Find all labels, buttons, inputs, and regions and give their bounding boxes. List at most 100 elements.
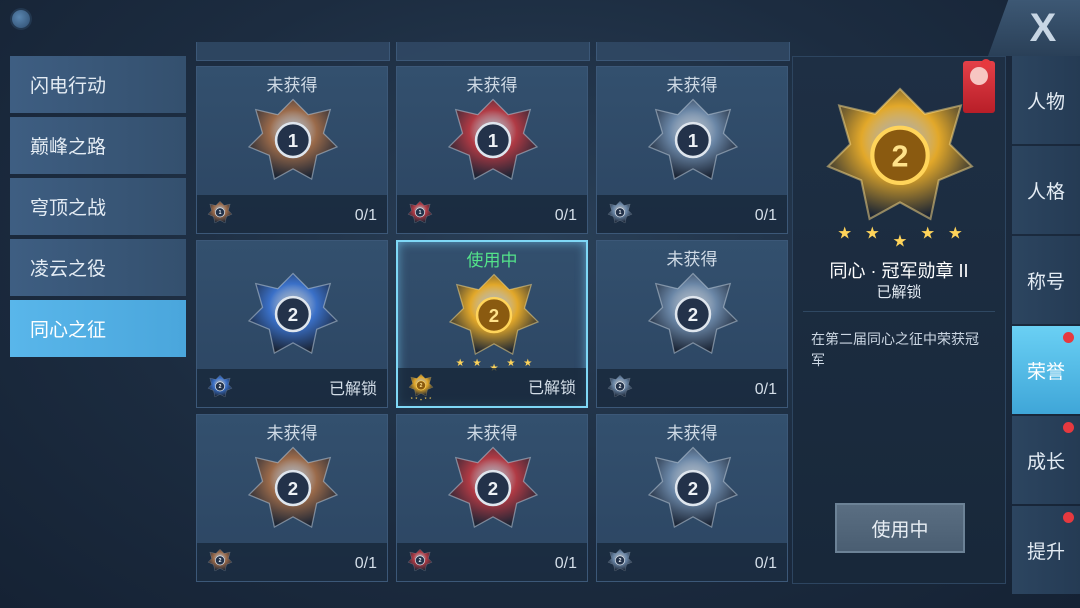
category-item-unity[interactable]: 同心之征 (10, 300, 186, 357)
trophy-medal-icon: 2 ★ ★ ★ ★ ★ (826, 87, 974, 251)
svg-text:1: 1 (619, 210, 622, 216)
svg-text:2: 2 (688, 478, 698, 499)
tab-personality[interactable]: 人格 (1012, 146, 1080, 234)
category-item-flash[interactable]: 闪电行动 (10, 56, 186, 113)
medal-progress: 已解锁 (527, 380, 576, 397)
medal-footer: 2 0/1 (397, 543, 587, 581)
svg-text:★: ★ (424, 397, 427, 400)
medal-title: 同心 · 冠军勋章 II (829, 261, 969, 281)
divider (803, 311, 995, 312)
svg-text:1: 1 (419, 210, 422, 216)
medal-footer: 2 已解锁 (197, 369, 387, 407)
medal-progress: 0/1 (554, 555, 577, 572)
category-item-cloud[interactable]: 凌云之役 (10, 239, 186, 296)
tab-honor[interactable]: 荣誉 (1012, 326, 1080, 414)
tab-growth[interactable]: 成长 (1012, 416, 1080, 504)
notification-dot (981, 59, 991, 69)
medal-footer: 1 0/1 (597, 195, 787, 233)
tab-label: 称号 (1026, 271, 1065, 293)
medal-progress: 0/1 (554, 207, 577, 224)
category-label: 凌云之役 (30, 259, 107, 280)
category-label: 闪电行动 (30, 76, 107, 97)
medal-card[interactable]: 未获得 2 2 0/1 (596, 240, 788, 408)
tab-label: 提升 (1026, 541, 1065, 563)
medal-thumbnail-icon: 1 (207, 201, 233, 224)
gift-tag-icon[interactable] (963, 59, 995, 113)
medal-progress: 0/1 (354, 555, 377, 572)
svg-text:2: 2 (288, 478, 298, 499)
side-tabs: 人物 人格称号荣誉成长提升 (1012, 56, 1080, 596)
svg-text:★: ★ (411, 397, 414, 400)
medal-badge-icon: 2 (447, 446, 539, 528)
medal-card[interactable]: 未获得 2 2 0/1 (396, 414, 588, 582)
svg-text:★: ★ (920, 223, 935, 242)
svg-text:2: 2 (489, 305, 499, 326)
medal-footer: 2 ★ ★ ★ ★ ★ 已解锁 (398, 368, 586, 406)
tag-symbol-icon (970, 67, 988, 85)
medal-card[interactable]: 使用中2★★★★★2★★★★★已解锁 (396, 240, 588, 408)
category-label: 穹顶之战 (30, 198, 107, 219)
medal-badge-icon: 1 (247, 98, 339, 180)
notification-dot (1063, 512, 1074, 523)
medal-thumbnail-icon: 2 (607, 549, 633, 572)
svg-text:★: ★ (893, 232, 908, 251)
medal-progress: 0/1 (754, 381, 777, 398)
tab-title[interactable]: 称号 (1012, 236, 1080, 324)
medal-progress: 0/1 (754, 207, 777, 224)
medal-thumbnail-icon: 2★ ★ ★ ★ ★ (408, 374, 434, 402)
medal-footer: 1 0/1 (397, 195, 587, 233)
svg-text:1: 1 (219, 210, 222, 216)
medal-thumbnail-icon: 2 (207, 549, 233, 572)
svg-text:★: ★ (865, 223, 880, 242)
medal-thumbnail-icon: 1 (607, 201, 633, 224)
medal-badge-icon: 2 (247, 446, 339, 528)
svg-text:★: ★ (415, 397, 418, 400)
close-button[interactable]: X (988, 0, 1080, 56)
grid-previous-row (196, 42, 790, 61)
use-medal-button[interactable]: 使用中 (835, 503, 965, 553)
category-item-dome[interactable]: 穹顶之战 (10, 178, 186, 235)
medal-thumbnail-icon: 2 (207, 375, 233, 398)
category-label: 巅峰之路 (30, 137, 107, 158)
medal-card[interactable]: 未获得 2 2 0/1 (596, 414, 788, 582)
svg-text:2: 2 (419, 558, 422, 564)
medal-card[interactable]: 未获得 2 2 0/1 (196, 414, 388, 582)
svg-text:1: 1 (488, 130, 498, 151)
medal-badge-icon: 2 (647, 446, 739, 528)
category-label: 同心之征 (30, 320, 107, 341)
close-icon: X (1029, 5, 1057, 50)
svg-text:2: 2 (219, 384, 222, 390)
svg-text:★: ★ (948, 223, 963, 242)
medal-card[interactable]: 2 2 已解锁 (196, 240, 388, 408)
svg-text:2: 2 (420, 383, 423, 389)
tab-character[interactable]: 人物 (1012, 56, 1080, 144)
svg-text:2: 2 (288, 304, 298, 325)
medal-footer: 1 0/1 (197, 195, 387, 233)
svg-text:2: 2 (219, 558, 222, 564)
notification-dot (1063, 422, 1074, 433)
svg-text:★: ★ (420, 399, 423, 402)
medal-progress: 0/1 (354, 207, 377, 224)
tab-upgrade[interactable]: 提升 (1012, 506, 1080, 594)
medal-progress: 已解锁 (328, 381, 377, 398)
medal-detail-panel: 2 ★ ★ ★ ★ ★ 同心 · 冠军勋章 II 已解锁 在第二届同心之征中荣获冠军 使用… (792, 56, 1006, 584)
svg-text:2: 2 (619, 558, 622, 564)
medal-card[interactable]: 未获得 1 1 0/1 (596, 66, 788, 234)
svg-text:2: 2 (619, 384, 622, 390)
medal-badge-icon: 1 (647, 98, 739, 180)
svg-text:2: 2 (488, 478, 498, 499)
medal-footer: 2 0/1 (597, 369, 787, 407)
medal-badge-icon: 2 (647, 272, 739, 354)
svg-text:2: 2 (892, 139, 909, 173)
medal-progress: 0/1 (754, 555, 777, 572)
medal-card[interactable]: 未获得 1 1 0/1 (196, 66, 388, 234)
svg-text:★: ★ (837, 223, 852, 242)
medal-thumbnail-icon: 1 (407, 201, 433, 224)
medal-badge-icon: 2 (247, 272, 339, 354)
menu-orb-icon[interactable] (12, 10, 30, 28)
category-item-peak[interactable]: 巅峰之路 (10, 117, 186, 174)
svg-text:1: 1 (688, 130, 698, 151)
medal-description: 在第二届同心之征中荣获冠军 (811, 331, 979, 368)
tab-label: 荣誉 (1026, 361, 1065, 383)
medal-card[interactable]: 未获得 1 1 0/1 (396, 66, 588, 234)
